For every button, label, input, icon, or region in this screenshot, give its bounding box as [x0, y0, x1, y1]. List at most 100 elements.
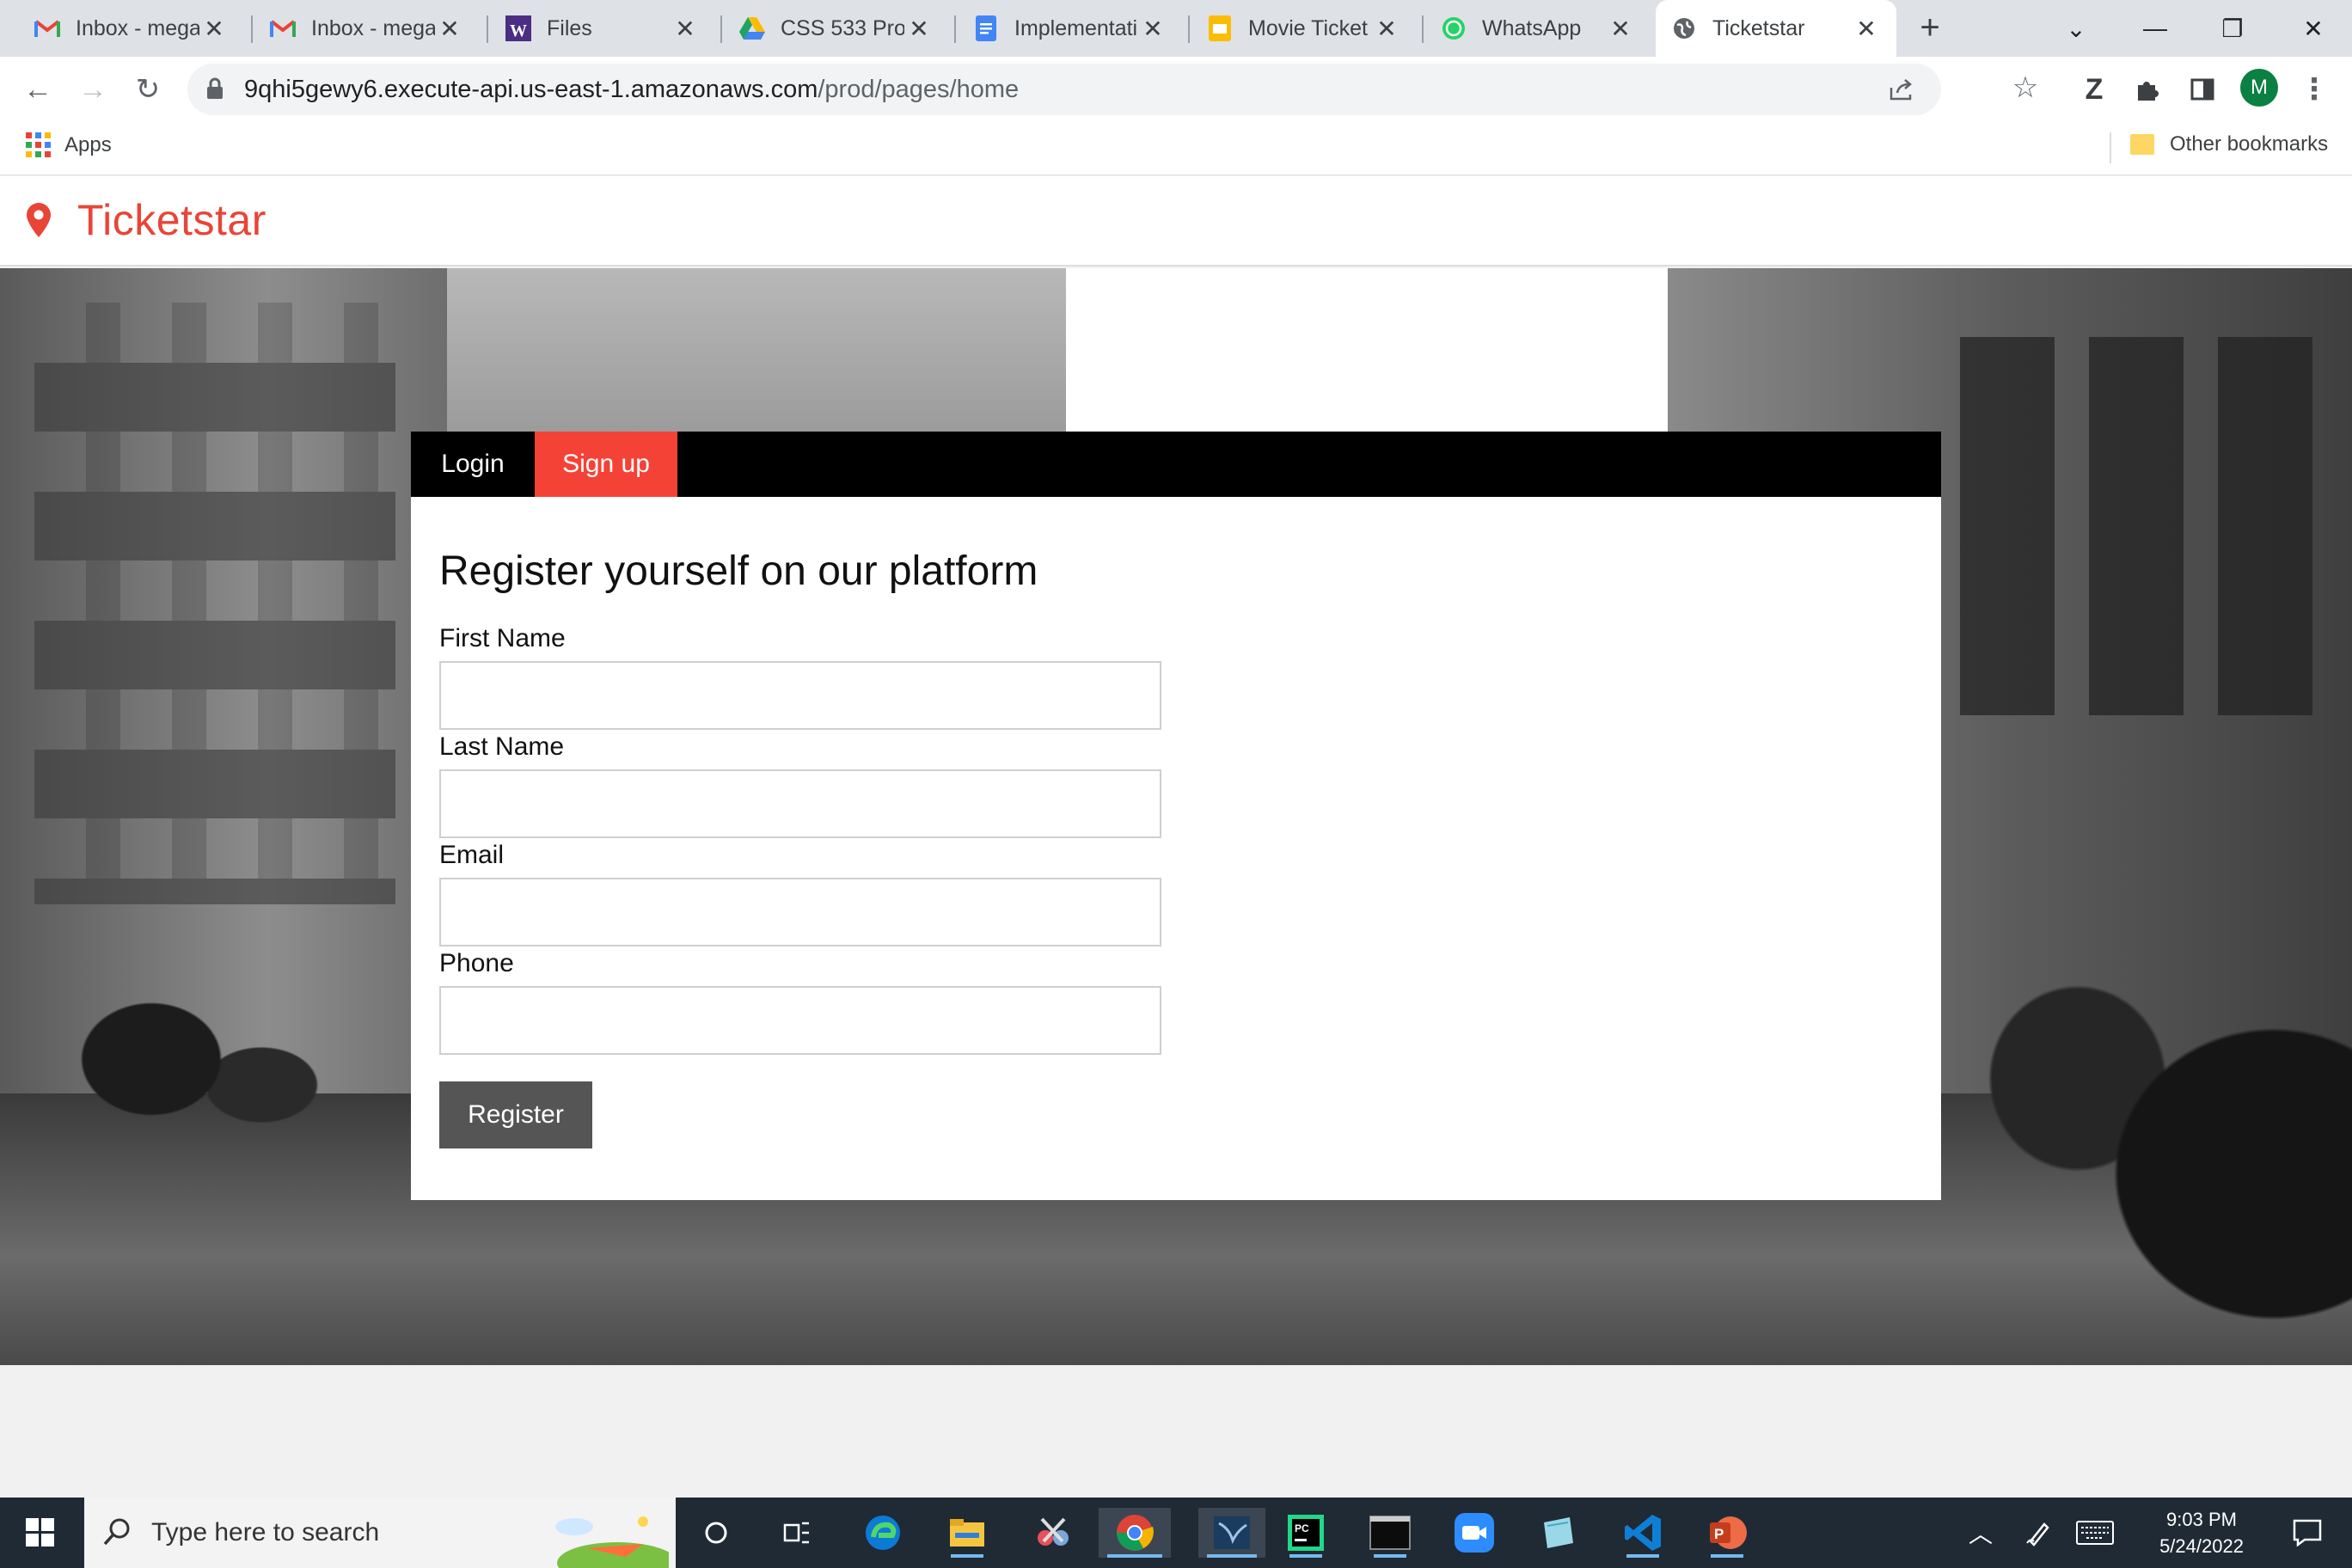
vscode-icon[interactable]: [1618, 1508, 1668, 1558]
running-indicator: [1374, 1554, 1406, 1558]
powerpoint-icon[interactable]: P: [1702, 1508, 1752, 1558]
tab-login[interactable]: Login: [411, 432, 535, 497]
tab-separator: [954, 15, 956, 43]
w-canvas-icon: W: [505, 15, 531, 41]
close-icon[interactable]: ✕: [904, 15, 934, 43]
register-button[interactable]: Register: [439, 1081, 592, 1148]
auth-panel: Login Sign up Register yourself on our p…: [411, 432, 1941, 1200]
google-slides-icon: [1207, 15, 1233, 41]
tab-separator: [720, 15, 722, 43]
clock-date: 5/24/2022: [2159, 1535, 2244, 1557]
z-extension-icon[interactable]: Z: [2073, 69, 2115, 110]
profile-avatar[interactable]: M: [2240, 69, 2278, 107]
tab-title: Implementati: [1014, 15, 1138, 40]
browser-tab[interactable]: Movie Ticket ✕: [1191, 0, 1417, 57]
close-icon[interactable]: ✕: [1372, 15, 1401, 43]
star-bookmark-icon[interactable]: ☆: [2008, 70, 2043, 105]
other-bookmarks[interactable]: Other bookmarks: [2130, 132, 2328, 156]
apps-label: Apps: [64, 132, 112, 156]
sky: [1066, 268, 1668, 440]
share-icon[interactable]: [1884, 72, 1919, 107]
tab-title: Movie Ticket: [1248, 15, 1368, 40]
lock-icon[interactable]: [206, 77, 224, 104]
notifications-icon[interactable]: [2282, 1498, 2333, 1568]
browser-tab[interactable]: Inbox - mega ✕: [254, 0, 480, 57]
tab-search-chevron-icon[interactable]: ⌄: [2037, 0, 2115, 57]
tab-title: CSS 533 Prog: [781, 15, 904, 40]
tab-title: Files: [547, 15, 592, 40]
tab-separator: [251, 15, 253, 43]
window-close-button[interactable]: ✕: [2275, 0, 2352, 57]
windows-start-icon[interactable]: [26, 1518, 54, 1547]
apps-bookmark[interactable]: Apps: [26, 132, 112, 157]
back-button[interactable]: ←: [17, 69, 58, 110]
close-icon[interactable]: ✕: [1606, 15, 1635, 43]
close-icon[interactable]: ✕: [199, 15, 229, 43]
more-menu-icon[interactable]: ⋮: [2294, 69, 2335, 110]
running-indicator: [1289, 1554, 1322, 1558]
browser-tab[interactable]: WhatsApp ✕: [1425, 0, 1651, 57]
url-text[interactable]: 9qhi5gewy6.execute-api.us-east-1.amazona…: [244, 64, 1019, 115]
form-title: Register yourself on our platform: [439, 548, 1038, 594]
pycharm-icon[interactable]: PC: [1281, 1508, 1331, 1558]
svg-text:W: W: [510, 21, 527, 40]
file-explorer-icon[interactable]: [942, 1508, 992, 1558]
running-indicator: [1107, 1554, 1162, 1558]
pen-workspace-icon[interactable]: [2020, 1498, 2058, 1568]
taskbar-search-box[interactable]: Type here to search: [84, 1498, 677, 1568]
apps-grid-icon: [26, 132, 51, 157]
snipping-tool-icon[interactable]: [1028, 1508, 1078, 1558]
browser-tab[interactable]: W Files ✕: [490, 0, 715, 57]
first-name-field[interactable]: [439, 661, 1161, 730]
tab-signup[interactable]: Sign up: [535, 432, 677, 497]
mysql-workbench-icon[interactable]: [1198, 1508, 1265, 1558]
reload-button[interactable]: ↻: [127, 69, 168, 110]
close-icon[interactable]: ✕: [1138, 15, 1167, 43]
taskbar-clock[interactable]: 9:03 PM 5/24/2022: [2137, 1506, 2266, 1559]
google-docs-icon: [973, 15, 999, 41]
keyboard-icon[interactable]: [2072, 1498, 2118, 1568]
cortana-circle-icon[interactable]: [691, 1508, 741, 1558]
running-indicator: [1207, 1554, 1257, 1558]
browser-tab-active[interactable]: Ticketstar ✕: [1656, 0, 1896, 57]
email-field[interactable]: [439, 878, 1161, 946]
forward-button[interactable]: →: [72, 69, 113, 110]
chrome-browser-icon[interactable]: [1099, 1508, 1171, 1558]
tab-separator: [1422, 15, 1424, 43]
svg-text:P: P: [1714, 1526, 1724, 1542]
side-panel-icon[interactable]: [2182, 69, 2223, 110]
browser-toolbar: ← → ↻ 9qhi5gewy6.execute-api.us-east-1.a…: [0, 57, 2352, 122]
browser-tab[interactable]: CSS 533 Prog ✕: [724, 0, 949, 57]
terminal-icon[interactable]: [1365, 1508, 1415, 1558]
phone-field[interactable]: [439, 986, 1161, 1055]
address-bar[interactable]: 9qhi5gewy6.execute-api.us-east-1.amazona…: [187, 64, 1941, 115]
pedestrians-left: [69, 956, 344, 1214]
edge-browser-icon[interactable]: [858, 1508, 908, 1558]
left-building-windows: [34, 303, 395, 904]
extensions-puzzle-icon[interactable]: [2127, 69, 2168, 110]
last-name-field[interactable]: [439, 769, 1161, 838]
whatsapp-icon: [1441, 15, 1467, 41]
windows-taskbar: Type here to search PC P ︿ 9:03 PM 5/24/…: [0, 1498, 2352, 1568]
url-path: /prod/pages/home: [818, 76, 1020, 103]
zoom-icon[interactable]: [1449, 1508, 1499, 1558]
browser-tab[interactable]: Implementati ✕: [958, 0, 1183, 57]
brand-logo-text[interactable]: Ticketstar: [77, 195, 266, 245]
browser-tab[interactable]: Inbox - mega ✕: [19, 0, 244, 57]
minimize-button[interactable]: —: [2116, 0, 2194, 57]
close-icon[interactable]: ✕: [1852, 15, 1881, 43]
new-tab-button[interactable]: +: [1910, 9, 1950, 48]
close-icon[interactable]: ✕: [671, 15, 700, 43]
phone-label: Phone: [439, 949, 514, 977]
task-view-icon[interactable]: [772, 1508, 822, 1558]
running-indicator: [1711, 1554, 1743, 1558]
restore-button[interactable]: ❐: [2194, 0, 2271, 57]
email-label: Email: [439, 841, 505, 869]
running-indicator: [1626, 1554, 1659, 1558]
close-icon[interactable]: ✕: [435, 15, 464, 43]
notes-app-icon[interactable]: [1534, 1508, 1583, 1558]
tab-title: WhatsApp: [1482, 15, 1582, 40]
folder-icon: [2130, 134, 2154, 155]
clock-time: 9:03 PM: [2166, 1509, 2237, 1530]
tray-chevron-icon[interactable]: ︿: [1963, 1498, 1998, 1568]
